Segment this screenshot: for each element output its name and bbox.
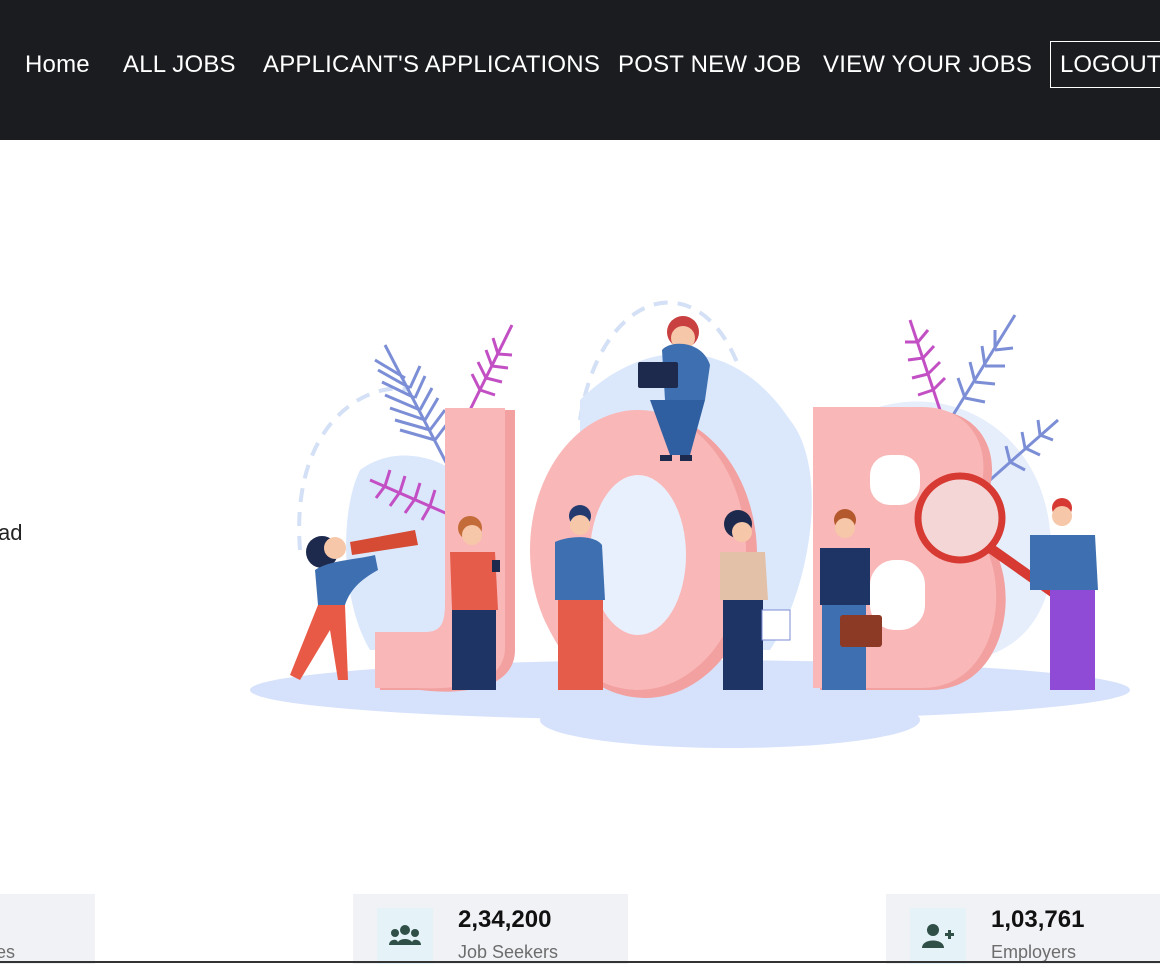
employers-label: Employers xyxy=(991,942,1077,962)
users-icon xyxy=(389,925,421,945)
hero-text-fragment: ad xyxy=(0,520,23,545)
nav-home[interactable]: Home xyxy=(25,50,90,80)
employers-count: 1,03,761 xyxy=(991,906,1085,933)
nav-all-jobs[interactable]: ALL JOBS xyxy=(123,50,236,80)
stat-icon-box xyxy=(377,908,433,964)
nav-post-new-job[interactable]: POST NEW JOB xyxy=(618,50,801,80)
stat-icon-box xyxy=(910,908,966,964)
nav-applicants-applications[interactable]: APPLICANT'S APPLICATIONS xyxy=(263,50,600,80)
stat-card-employers: 1,03,761 Employers xyxy=(886,894,1160,964)
stat-card-left-partial: es xyxy=(0,894,95,964)
nav-view-your-jobs[interactable]: VIEW YOUR JOBS xyxy=(823,50,1032,80)
job-seekers-label: Job Seekers xyxy=(458,942,559,962)
job-seekers-count: 2,34,200 xyxy=(458,906,552,933)
stat-card-job-seekers: 2,34,200 Job Seekers xyxy=(353,894,628,964)
logout-button[interactable]: LOGOUT xyxy=(1050,41,1160,88)
top-navbar: Home ALL JOBS APPLICANT'S APPLICATIONS P… xyxy=(0,0,1160,140)
stat-label-fragment: es xyxy=(0,942,16,962)
user-plus-icon xyxy=(922,924,954,948)
job-search-illustration xyxy=(250,300,1130,748)
